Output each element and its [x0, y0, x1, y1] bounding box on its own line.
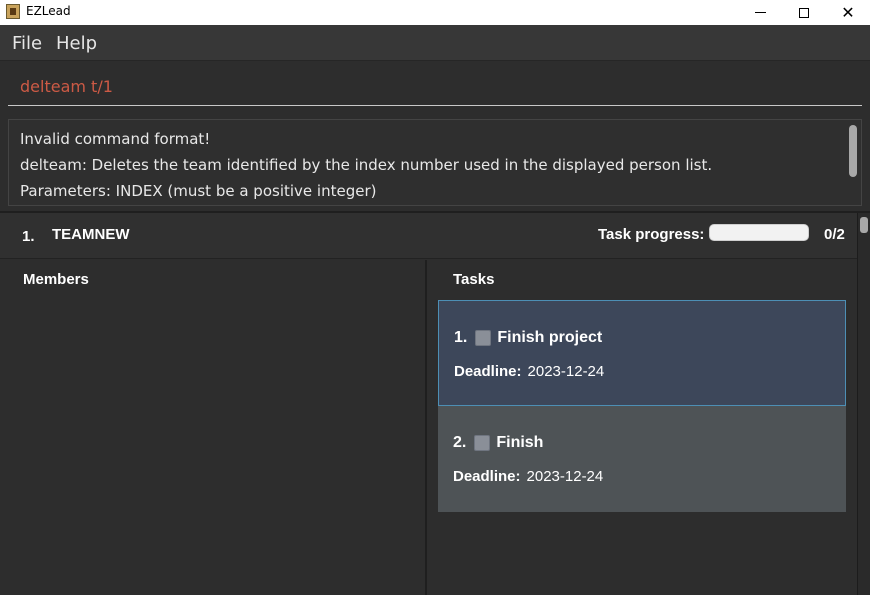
- members-pane: Members: [0, 260, 427, 595]
- window-title: EZLead: [26, 4, 71, 18]
- members-title: Members: [23, 271, 89, 288]
- command-input[interactable]: [8, 68, 862, 106]
- app-icon: [6, 4, 20, 19]
- result-line: delteam: Deletes the team identified by …: [20, 156, 713, 174]
- task-card[interactable]: 1. Finish project Deadline: 2023-12-24: [438, 300, 846, 406]
- deadline-value: 2023-12-24: [526, 468, 604, 485]
- deadline-value: 2023-12-24: [527, 363, 605, 380]
- minimize-icon: [754, 12, 766, 13]
- task-progress-bar: [709, 224, 809, 241]
- menu-file[interactable]: File: [12, 33, 42, 54]
- maximize-button[interactable]: [781, 0, 827, 25]
- task-title-row: 1. Finish project: [454, 329, 602, 347]
- task-checkbox[interactable]: [474, 435, 491, 451]
- task-progress-label: Task progress:: [598, 226, 705, 243]
- task-deadline: Deadline: 2023-12-24: [453, 468, 603, 485]
- list-scrollbar[interactable]: [857, 213, 870, 595]
- task-title: Finish project: [497, 329, 603, 346]
- result-line: Parameters: INDEX (must be a positive in…: [20, 182, 377, 200]
- tasks-pane: Tasks 1. Finish project Deadline: 2023-12…: [429, 260, 857, 595]
- title-bar: EZLead ✕: [0, 0, 870, 25]
- close-icon: ✕: [841, 2, 855, 22]
- team-index: 1.: [22, 228, 35, 245]
- deadline-label: Deadline:: [453, 468, 521, 485]
- minimize-button[interactable]: [737, 0, 783, 25]
- task-deadline: Deadline: 2023-12-24: [454, 363, 604, 380]
- command-box: [0, 62, 870, 112]
- task-card[interactable]: 2. Finish Deadline: 2023-12-24: [438, 406, 846, 512]
- result-scrollbar[interactable]: [849, 125, 857, 177]
- close-button[interactable]: ✕: [825, 0, 870, 25]
- task-title: Finish: [496, 434, 544, 451]
- deadline-label: Deadline:: [454, 363, 522, 380]
- team-card-header[interactable]: 1. TEAMNEW Task progress: 0/2: [0, 213, 857, 259]
- task-number: 1.: [454, 329, 468, 346]
- maximize-icon: [799, 7, 809, 18]
- scrollbar-thumb[interactable]: [860, 217, 868, 233]
- task-title-row: 2. Finish: [453, 434, 543, 452]
- result-line: Invalid command format!: [20, 130, 211, 148]
- task-number: 2.: [453, 434, 467, 451]
- result-display: Invalid command format! delteam: Deletes…: [8, 119, 862, 206]
- menu-bar: File Help: [0, 25, 870, 61]
- tasks-title: Tasks: [453, 271, 495, 288]
- team-name: TEAMNEW: [52, 226, 130, 243]
- task-progress-count: 0/2: [824, 226, 845, 243]
- menu-help[interactable]: Help: [56, 33, 97, 54]
- task-checkbox[interactable]: [475, 330, 492, 346]
